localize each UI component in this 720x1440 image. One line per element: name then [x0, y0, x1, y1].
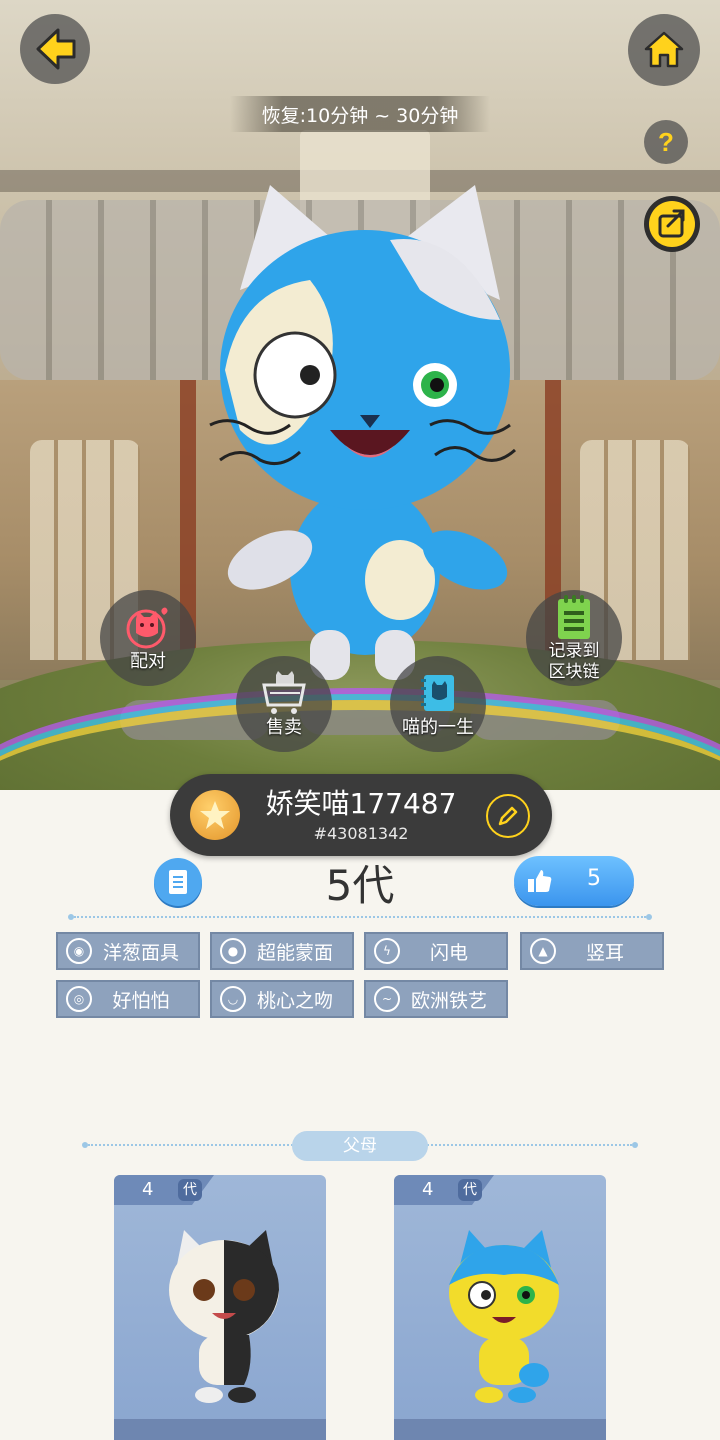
parents-title: 父母 [292, 1131, 428, 1161]
parent-card[interactable]: 4 代 [394, 1175, 606, 1440]
notepad-icon [549, 594, 599, 640]
trait-label: 洋葱面具 [102, 941, 179, 964]
record-blockchain-button[interactable]: 记录到 区块链 [526, 590, 622, 686]
generation-label: 5代 [325, 861, 395, 910]
question-icon: ? [658, 126, 674, 157]
trait-tag[interactable]: ◎ 好怕怕 [56, 980, 200, 1018]
like-button[interactable]: 5 [514, 856, 634, 906]
parent-card-footer [394, 1419, 606, 1440]
trait-label: 好怕怕 [112, 989, 170, 1012]
like-count: 5 [587, 866, 601, 891]
lightning-icon: ϟ [374, 938, 400, 964]
parent-generation-number: 4 [422, 1179, 434, 1200]
trait-label: 欧洲铁艺 [410, 989, 487, 1012]
recover-time-label: 恢复:10分钟 ~ 30分钟 [230, 96, 490, 132]
certificate-button[interactable] [154, 858, 202, 906]
cat-book-icon [413, 670, 463, 716]
trait-label: 闪电 [429, 941, 468, 964]
pair-button[interactable]: 配对 [100, 590, 196, 686]
trait-label: 桃心之吻 [256, 989, 333, 1012]
cat-character [200, 170, 530, 690]
share-icon [649, 201, 695, 247]
home-icon [644, 31, 684, 68]
parent-generation-char: 代 [458, 1179, 482, 1201]
cat-life-button[interactable]: 喵的一生 [390, 656, 486, 752]
back-button[interactable] [20, 14, 90, 84]
arrow-left-icon [36, 28, 76, 70]
home-button[interactable] [628, 14, 700, 86]
cat-heart-icon [123, 604, 173, 650]
parent-generation-number: 4 [142, 1179, 154, 1200]
trait-tag[interactable]: ▲ 竖耳 [520, 932, 664, 970]
share-button[interactable] [644, 196, 700, 252]
parent-cat-image [169, 1230, 279, 1403]
parent-card[interactable]: 4 代 [114, 1175, 326, 1440]
cart-cat-icon [259, 670, 309, 716]
lips-icon: ◡ [220, 986, 246, 1012]
parent-cat-image [449, 1230, 559, 1403]
record-label-line2: 区块链 [548, 662, 600, 682]
divider-dot [646, 914, 652, 920]
parent-generation-char: 代 [178, 1179, 202, 1201]
cat-life-label: 喵的一生 [402, 717, 474, 738]
record-label-line1: 记录到 [548, 641, 600, 661]
trait-tag[interactable]: ~ 欧洲铁艺 [364, 980, 508, 1018]
onion-mask-icon: ◉ [66, 938, 92, 964]
mask-icon: ● [220, 938, 246, 964]
pair-label: 配对 [130, 651, 166, 672]
trait-label: 超能蒙面 [256, 941, 333, 964]
help-button[interactable]: ? [644, 120, 688, 164]
thumbs-up-icon [520, 862, 558, 900]
trait-label: 竖耳 [585, 941, 624, 964]
trait-tag[interactable]: ϟ 闪电 [364, 932, 508, 970]
pencil-icon [498, 806, 518, 826]
divider-line [74, 916, 646, 918]
sell-button[interactable]: 售卖 [236, 656, 332, 752]
cat-name-panel: 娇笑喵177487 #43081342 [170, 774, 552, 856]
trait-tag[interactable]: ◉ 洋葱面具 [56, 932, 200, 970]
eye-icon: ◎ [66, 986, 92, 1012]
trait-tag[interactable]: ● 超能蒙面 [210, 932, 354, 970]
parent-card-footer [114, 1419, 326, 1440]
cat-ears-icon: ▲ [530, 938, 556, 964]
trait-tag[interactable]: ◡ 桃心之吻 [210, 980, 354, 1018]
edit-name-button[interactable] [486, 794, 530, 838]
document-icon [169, 870, 187, 894]
mustache-icon: ~ [374, 986, 400, 1012]
sell-label: 售卖 [266, 717, 302, 738]
divider-dot [632, 1142, 638, 1148]
